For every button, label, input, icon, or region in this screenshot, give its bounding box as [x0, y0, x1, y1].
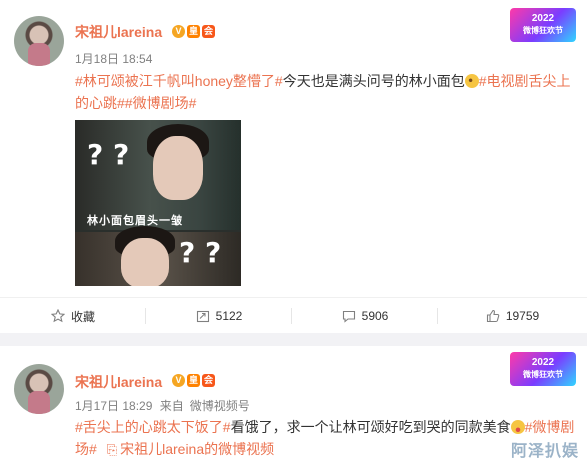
post-meta: 1月17日 18:29 来自 微博视频号: [75, 399, 250, 413]
watermark: 阿泽扒娱: [510, 443, 579, 460]
event-logo: 2022 微博狂欢节: [510, 352, 576, 386]
author-name[interactable]: 宋祖儿lareina: [75, 372, 162, 392]
repost-icon: [196, 310, 209, 323]
comment-button[interactable]: 5906: [292, 298, 438, 334]
favorite-button[interactable]: 收藏: [0, 298, 146, 334]
crown-badge-icon: 皇: [187, 374, 200, 387]
post-date[interactable]: 1月17日 18:29: [75, 399, 152, 413]
question-marks: ? ?: [87, 138, 130, 171]
hashtag-link[interactable]: #林可颂被江千帆叫honey整懵了#: [75, 73, 283, 89]
star-icon: [50, 309, 65, 323]
repost-button[interactable]: 5122: [146, 298, 292, 334]
image-frame-bottom: ? ?: [75, 226, 241, 286]
video-link[interactable]: ⎘ 宋祖儿lareina的微博视频: [107, 441, 274, 457]
feed-separator: [0, 333, 587, 346]
comment-icon: [342, 310, 355, 323]
post-date[interactable]: 1月18日 18:54: [75, 50, 152, 67]
member-badge-icon: 会: [202, 374, 215, 387]
hashtag-link[interactable]: #舌尖上的心跳太下饭了#: [75, 419, 231, 435]
author-badges: V 皇 会: [172, 374, 215, 387]
member-badge-icon: 会: [202, 25, 215, 38]
author-name[interactable]: 宋祖儿lareina: [75, 22, 162, 42]
weibo-post-2: 宋祖儿lareina V 皇 会 1月17日 18:29 来自 微博视频号 202…: [0, 346, 587, 465]
weibo-post-1: 宋祖儿lareina V 皇 会 1月18日 18:54 2022 微博狂欢节 …: [0, 0, 587, 333]
video-link-icon: ⎘: [106, 442, 118, 457]
verified-badge-icon: V: [172, 25, 185, 38]
post-text: #林可颂被江千帆叫honey整懵了#今天也是满头问号的林小面包 #电视剧舌尖上的心…: [75, 73, 571, 111]
action-bar: 收藏 5122 5906 19759: [0, 297, 587, 334]
post-text: #舌尖上的心跳太下饭了#看饿了，求一个让林可颂好吃到哭的同款美食 #微博剧场# ⎘…: [75, 419, 575, 457]
question-marks: ? ?: [179, 236, 222, 269]
image-caption: 林小面包眉头一皱: [87, 215, 183, 227]
post-image[interactable]: ? ? 林小面包眉头一皱 ? ?: [75, 120, 241, 286]
yum-emoji-icon: [510, 420, 525, 434]
verified-badge-icon: V: [172, 374, 185, 387]
author-avatar[interactable]: [14, 364, 64, 414]
image-frame-top: ? ? 林小面包眉头一皱: [75, 120, 241, 230]
author-badges: V 皇 会: [172, 25, 215, 38]
like-button[interactable]: 19759: [438, 298, 587, 334]
thinking-emoji-icon: [464, 74, 479, 88]
author-avatar[interactable]: [14, 16, 64, 66]
crown-badge-icon: 皇: [187, 25, 200, 38]
thumbs-up-icon: [486, 309, 500, 323]
post-source[interactable]: 微博视频号: [190, 399, 250, 413]
event-logo: 2022 微博狂欢节: [510, 8, 576, 42]
